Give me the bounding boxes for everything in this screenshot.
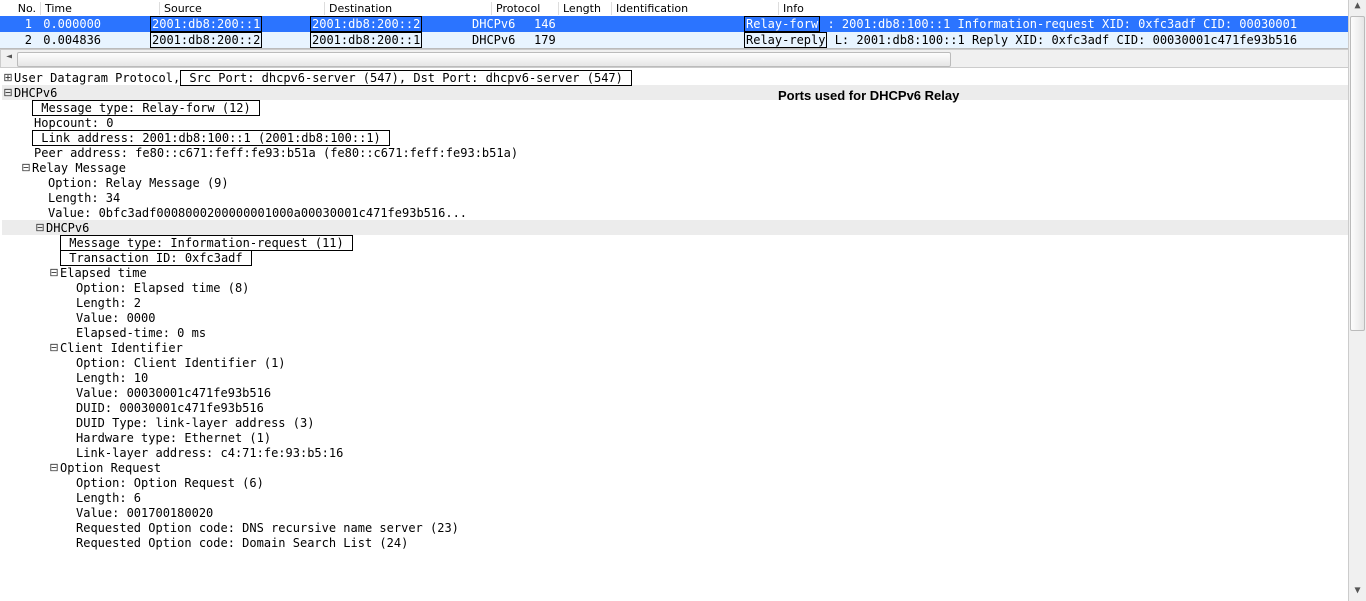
scroll-track[interactable] [17,51,1349,66]
scroll-left-icon[interactable]: ◄ [1,51,17,66]
cell-no: 1 [0,17,36,31]
cid-option: Option: Client Identifier (1) [76,356,286,370]
packet-row[interactable]: 2 0.004836 2001:db8:200::2 2001:db8:200:… [0,32,1366,48]
cid-length: Length: 10 [76,371,148,385]
collapse-icon[interactable]: ⊟ [48,341,60,354]
scroll-down-icon[interactable]: ▼ [1349,585,1366,601]
scroll-thumb[interactable] [17,52,951,67]
cell-proto: DHCPv6 [472,17,534,31]
cell-len: 146 [534,17,582,31]
oro-value: Value: 001700180020 [76,506,213,520]
packet-list-pane[interactable]: No. Time Source Destination Protocol Len… [0,0,1366,49]
packet-row[interactable]: 1 0.000000 2001:db8:200::1 2001:db8:200:… [0,16,1366,32]
scroll-track[interactable] [1349,16,1366,585]
collapse-icon[interactable]: ⊟ [20,161,32,174]
collapse-icon[interactable]: ⊟ [48,461,60,474]
scroll-thumb[interactable] [1350,16,1365,331]
dhcpv6-label: DHCPv6 [14,86,57,100]
oro-req2: Requested Option code: Domain Search Lis… [76,536,408,550]
link-addr: Link address: 2001:db8:100::1 (2001:db8:… [32,130,390,146]
udp-label: User Datagram Protocol, [14,71,180,85]
cell-len: 179 [534,33,582,47]
col-header-proto[interactable]: Protocol [492,2,559,15]
elapsed-value: Value: 0000 [76,311,155,325]
collapse-icon[interactable]: ⊟ [48,266,60,279]
cid-hw-type: Hardware type: Ethernet (1) [76,431,271,445]
cell-dst: 2001:db8:200::1 [310,32,472,48]
collapse-icon[interactable]: ⊟ [34,221,46,234]
msg-type: Message type: Relay-forw (12) [32,100,260,116]
relay-option: Option: Relay Message (9) [48,176,229,190]
col-header-no[interactable]: No. [0,2,41,15]
vertical-scrollbar[interactable]: ▲ ▼ [1348,0,1366,601]
peer-addr: Peer address: fe80::c671:feff:fe93:b51a … [34,146,518,160]
packet-details-pane[interactable]: ⊞ User Datagram Protocol, Src Port: dhcp… [0,68,1366,550]
elapsed-length: Length: 2 [76,296,141,310]
oro-label: Option Request [60,461,161,475]
inner-msg-type: Message type: Information-request (11) [60,235,353,251]
col-header-time[interactable]: Time [41,2,160,15]
col-header-info[interactable]: Info [779,2,1366,15]
scroll-up-icon[interactable]: ▲ [1349,0,1366,16]
cid-ll-addr: Link-layer address: c4:71:fe:93:b5:16 [76,446,343,460]
col-header-src[interactable]: Source [160,2,325,15]
relay-length: Length: 34 [48,191,120,205]
packet-list-header: No. Time Source Destination Protocol Len… [0,0,1366,16]
relay-value: Value: 0bfc3adf0008000200000001000a00030… [48,206,467,220]
relay-msg-label: Relay Message [32,161,126,175]
cell-info: Relay-reply L: 2001:db8:100::1 Reply XID… [744,32,1366,48]
cell-time: 0.004836 [36,33,150,47]
col-header-dst[interactable]: Destination [325,2,492,15]
cid-duid-type: DUID Type: link-layer address (3) [76,416,314,430]
col-header-id[interactable]: Identification [612,2,779,15]
elapsed-option: Option: Elapsed time (8) [76,281,249,295]
cid-duid: DUID: 00030001c471fe93b516 [76,401,264,415]
annotation-label: Ports used for DHCPv6 Relay [778,88,959,103]
oro-option: Option: Option Request (6) [76,476,264,490]
cell-time: 0.000000 [36,17,150,31]
cid-value: Value: 00030001c471fe93b516 [76,386,271,400]
oro-req1: Requested Option code: DNS recursive nam… [76,521,459,535]
expand-icon[interactable]: ⊞ [2,71,14,84]
cell-src: 2001:db8:200::1 [150,16,310,32]
elapsed-label: Elapsed time [60,266,147,280]
cell-no: 2 [0,33,36,47]
udp-ports: Src Port: dhcpv6-server (547), Dst Port:… [180,70,632,86]
inner-xid: Transaction ID: 0xfc3adf [60,250,252,266]
hopcount: Hopcount: 0 [34,116,113,130]
cell-dst: 2001:db8:200::2 [310,16,472,32]
cell-proto: DHCPv6 [472,33,534,47]
col-header-len[interactable]: Length [559,2,612,15]
cid-label: Client Identifier [60,341,183,355]
cell-info: Relay-forw : 2001:db8:100::1 Information… [744,16,1366,32]
oro-length: Length: 6 [76,491,141,505]
elapsed-time: Elapsed-time: 0 ms [76,326,206,340]
horizontal-scrollbar[interactable]: ◄ ► [0,49,1366,68]
inner-dhcpv6-label: DHCPv6 [46,221,89,235]
cell-src: 2001:db8:200::2 [150,32,310,48]
collapse-icon[interactable]: ⊟ [2,86,14,99]
